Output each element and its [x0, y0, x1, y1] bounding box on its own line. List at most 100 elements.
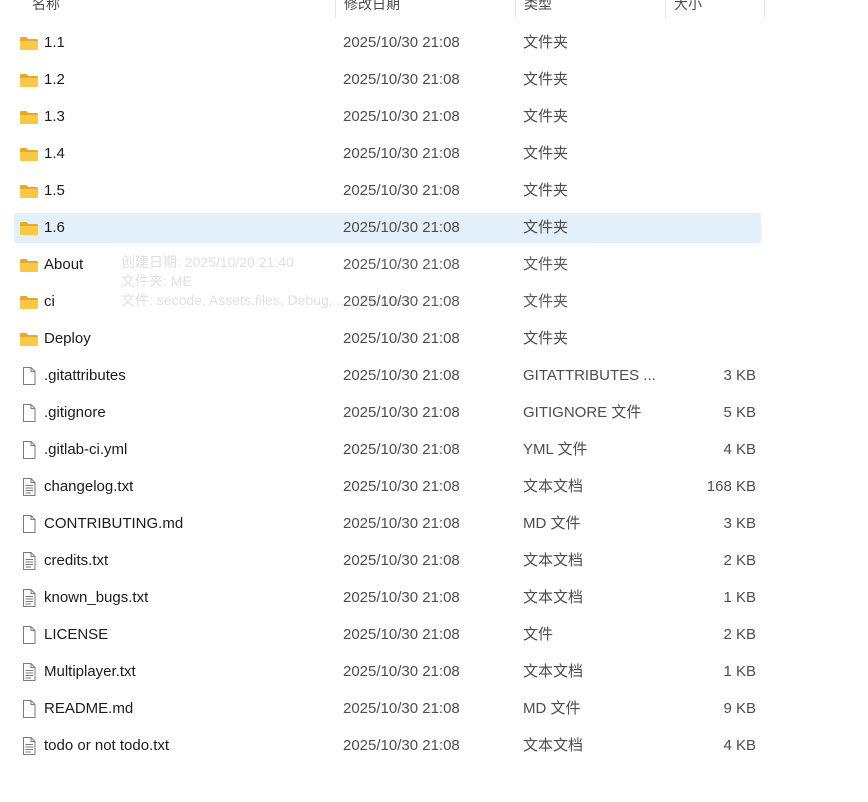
file-icon: [19, 403, 39, 423]
file-name: Multiplayer.txt: [44, 663, 136, 680]
text-file-icon: [19, 736, 39, 756]
file-name: 1.6: [44, 219, 65, 236]
column-header-date[interactable]: 修改日期: [335, 0, 515, 18]
file-name: 1.4: [44, 145, 65, 162]
file-type: 文件: [523, 626, 554, 643]
file-row[interactable]: known_bugs.txt 2025/10/30 21:08 文本文档 1 KB: [14, 583, 761, 613]
file-date: 2025/10/30 21:08: [343, 219, 460, 236]
file-date: 2025/10/30 21:08: [343, 71, 460, 88]
file-size: 9 KB: [723, 700, 756, 717]
file-row[interactable]: 1.6 2025/10/30 21:08 文件夹: [14, 213, 761, 243]
file-type: GITATTRIBUTES ...: [523, 367, 656, 384]
file-date: 2025/10/30 21:08: [343, 552, 460, 569]
file-row[interactable]: .gitlab-ci.yml 2025/10/30 21:08 YML 文件 4 KB: [14, 435, 761, 465]
file-date: 2025/10/30 21:08: [343, 293, 460, 310]
file-type: 文件夹: [523, 293, 569, 310]
file-name: LICENSE: [44, 626, 109, 643]
file-name: README.md: [44, 700, 134, 717]
file-row[interactable]: README.md 2025/10/30 21:08 MD 文件 9 KB: [14, 694, 761, 724]
file-row[interactable]: ci 2025/10/30 21:08 文件夹: [14, 287, 761, 317]
file-type: 文本文档: [523, 478, 584, 495]
file-type: 文件夹: [523, 71, 569, 88]
file-name: .gitlab-ci.yml: [44, 441, 128, 458]
file-size: 1 KB: [723, 663, 756, 680]
file-type: 文件夹: [523, 145, 569, 162]
folder-icon: [19, 255, 39, 275]
file-row[interactable]: 1.4 2025/10/30 21:08 文件夹: [14, 139, 761, 169]
file-date: 2025/10/30 21:08: [343, 404, 460, 421]
file-date: 2025/10/30 21:08: [343, 737, 460, 754]
folder-icon: [19, 70, 39, 90]
file-row[interactable]: LICENSE 2025/10/30 21:08 文件 2 KB: [14, 620, 761, 650]
folder-icon: [19, 33, 39, 53]
file-row[interactable]: 1.2 2025/10/30 21:08 文件夹: [14, 65, 761, 95]
file-type: 文件夹: [523, 219, 569, 236]
file-row[interactable]: .gitattributes 2025/10/30 21:08 GITATTRIBU…: [14, 361, 761, 391]
file-icon: [19, 625, 39, 645]
file-row[interactable]: About 2025/10/30 21:08 文件夹: [14, 250, 761, 280]
file-row[interactable]: Multiplayer.txt 2025/10/30 21:08 文本文档 1 KB: [14, 657, 761, 687]
file-name: Deploy: [44, 330, 91, 347]
file-name: known_bugs.txt: [44, 589, 149, 606]
file-name: 1.5: [44, 182, 65, 199]
file-type: 文本文档: [523, 737, 584, 754]
folder-icon: [19, 329, 39, 349]
file-icon: [19, 699, 39, 719]
text-file-icon: [19, 477, 39, 497]
file-date: 2025/10/30 21:08: [343, 182, 460, 199]
file-size: 1 KB: [723, 589, 756, 606]
file-type: 文件夹: [523, 182, 569, 199]
folder-icon: [19, 107, 39, 127]
file-date: 2025/10/30 21:08: [343, 515, 460, 532]
file-icon: [19, 440, 39, 460]
file-type: 文件夹: [523, 34, 569, 51]
file-row[interactable]: CONTRIBUTING.md 2025/10/30 21:08 MD 文件 3 KB: [14, 509, 761, 539]
column-header-type[interactable]: 类型: [515, 0, 665, 18]
file-name: CONTRIBUTING.md: [44, 515, 184, 532]
file-name: 1.3: [44, 108, 65, 125]
file-name: 1.2: [44, 71, 65, 88]
file-type: 文件夹: [523, 330, 569, 347]
file-type: MD 文件: [523, 700, 581, 717]
file-date: 2025/10/30 21:08: [343, 663, 460, 680]
file-type: MD 文件: [523, 515, 581, 532]
file-size: 4 KB: [723, 441, 756, 458]
file-date: 2025/10/30 21:08: [343, 330, 460, 347]
file-size: 2 KB: [723, 552, 756, 569]
file-size: 168 KB: [706, 478, 756, 495]
file-icon: [19, 514, 39, 534]
file-type: 文件夹: [523, 256, 569, 273]
file-name: ci: [44, 293, 55, 310]
file-date: 2025/10/30 21:08: [343, 256, 460, 273]
file-type: 文本文档: [523, 552, 584, 569]
file-name: todo or not todo.txt: [44, 737, 170, 754]
file-row[interactable]: .gitignore 2025/10/30 21:08 GITIGNORE 文件 5 …: [14, 398, 761, 428]
file-type: GITIGNORE 文件: [523, 404, 642, 421]
file-date: 2025/10/30 21:08: [343, 478, 460, 495]
file-row[interactable]: todo or not todo.txt 2025/10/30 21:08 文本文档…: [14, 731, 761, 761]
file-date: 2025/10/30 21:08: [343, 441, 460, 458]
text-file-icon: [19, 588, 39, 608]
folder-icon: [19, 144, 39, 164]
text-file-icon: [19, 662, 39, 682]
file-name: 1.1: [44, 34, 65, 51]
file-row[interactable]: changelog.txt 2025/10/30 21:08 文本文档 168 KB: [14, 472, 761, 502]
file-date: 2025/10/30 21:08: [343, 367, 460, 384]
file-date: 2025/10/30 21:08: [343, 589, 460, 606]
file-row[interactable]: credits.txt 2025/10/30 21:08 文本文档 2 KB: [14, 546, 761, 576]
file-date: 2025/10/30 21:08: [343, 700, 460, 717]
column-header-name[interactable]: 名称: [24, 0, 335, 18]
file-row[interactable]: 1.3 2025/10/30 21:08 文件夹: [14, 102, 761, 132]
text-file-icon: [19, 551, 39, 571]
file-row[interactable]: Deploy 2025/10/30 21:08 文件夹: [14, 324, 761, 354]
file-size: 3 KB: [723, 515, 756, 532]
file-type: YML 文件: [523, 441, 588, 458]
folder-icon: [19, 292, 39, 312]
file-date: 2025/10/30 21:08: [343, 145, 460, 162]
file-type: 文本文档: [523, 663, 584, 680]
column-header-size[interactable]: 大小: [665, 0, 765, 18]
file-type: 文本文档: [523, 589, 584, 606]
file-row[interactable]: 1.1 2025/10/30 21:08 文件夹: [14, 28, 761, 58]
file-name: .gitattributes: [44, 367, 126, 384]
file-row[interactable]: 1.5 2025/10/30 21:08 文件夹: [14, 176, 761, 206]
